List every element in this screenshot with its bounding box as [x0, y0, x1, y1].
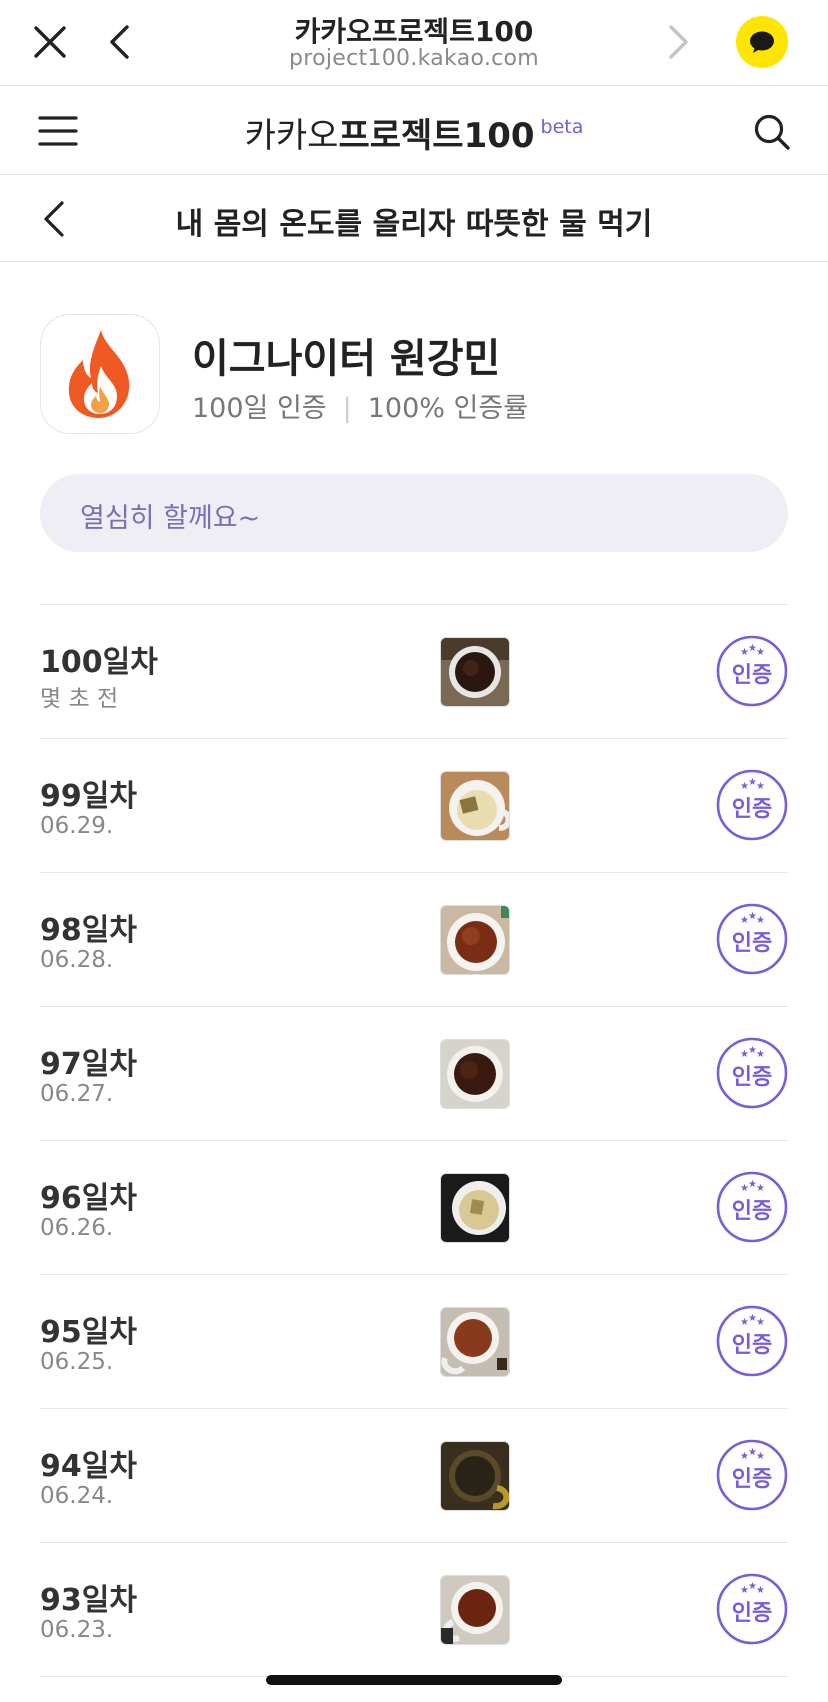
- entry-date: 06.28.: [40, 947, 114, 973]
- stamp-icon: ★ ★ ★ 인증: [716, 1305, 788, 1377]
- entry-photo[interactable]: [440, 637, 510, 707]
- svg-text:★: ★: [756, 647, 765, 658]
- browser-url[interactable]: project100.kakao.com: [200, 46, 628, 71]
- home-indicator: [266, 1675, 562, 1685]
- stamp-icon: ★ ★ ★ 인증: [716, 769, 788, 841]
- stamp-label: 인증: [732, 797, 772, 822]
- entry-photo[interactable]: [440, 1575, 510, 1645]
- certification-rate: 100% 인증률: [367, 393, 529, 424]
- site-logo[interactable]: 카카오프로젝트100 beta: [0, 108, 828, 157]
- svg-text:★: ★: [756, 1451, 765, 1462]
- profile-name: 이그나이터 원강민: [192, 336, 501, 382]
- chevron-left-icon[interactable]: [100, 22, 140, 62]
- entry-day: 100일차: [40, 645, 158, 680]
- message-text: 열심히 할께요~: [80, 503, 261, 534]
- entry-day: 98일차: [40, 913, 137, 948]
- svg-text:★: ★: [756, 915, 765, 926]
- entry-date: 06.25.: [40, 1349, 114, 1375]
- entry-day: 94일차: [40, 1449, 137, 1484]
- logo-text-regular: 카카오: [244, 116, 339, 156]
- list-item[interactable]: 95일차 06.25. ★ ★ ★ 인증: [40, 1275, 788, 1409]
- entry-list: 100일차 몇 초 전 ★ ★ ★ 인증 99일차 06.29. ★ ★ ★ 인증 98일차…: [40, 604, 788, 1677]
- svg-text:★: ★: [756, 1317, 765, 1328]
- svg-text:★: ★: [756, 781, 765, 792]
- kakaotalk-bubble-icon[interactable]: [736, 16, 788, 68]
- entry-date: 06.26.: [40, 1215, 114, 1241]
- browser-title: 카카오프로젝트100: [294, 15, 534, 48]
- entry-date: 06.23.: [40, 1617, 114, 1643]
- entry-date: 06.29.: [40, 813, 114, 839]
- entry-day: 95일차: [40, 1315, 137, 1350]
- chevron-right-icon[interactable]: [658, 22, 698, 62]
- certified-days: 100일 인증: [192, 393, 327, 424]
- stamp-icon: ★ ★ ★ 인증: [716, 1573, 788, 1645]
- site-header: 카카오프로젝트100 beta: [0, 86, 828, 175]
- stamp-label: 인증: [732, 1065, 772, 1090]
- stamp-label: 인증: [732, 1199, 772, 1224]
- stamp-icon: ★ ★ ★ 인증: [716, 635, 788, 707]
- close-icon[interactable]: [30, 22, 70, 62]
- list-item[interactable]: 94일차 06.24. ★ ★ ★ 인증: [40, 1409, 788, 1543]
- entry-day: 93일차: [40, 1583, 137, 1618]
- stamp-icon: ★ ★ ★ 인증: [716, 903, 788, 975]
- browser-bar: 카카오프로젝트100 project100.kakao.com: [0, 0, 828, 86]
- svg-text:★: ★: [756, 1183, 765, 1194]
- stamp-label: 인증: [732, 1467, 772, 1492]
- svg-text:★: ★: [756, 1585, 765, 1596]
- list-item[interactable]: 93일차 06.23. ★ ★ ★ 인증: [40, 1543, 788, 1677]
- stamp-icon: ★ ★ ★ 인증: [716, 1037, 788, 1109]
- list-item[interactable]: 99일차 06.29. ★ ★ ★ 인증: [40, 739, 788, 873]
- stats-divider: |: [342, 393, 352, 424]
- stamp-label: 인증: [732, 1601, 772, 1626]
- entry-photo[interactable]: [440, 1441, 510, 1511]
- list-item[interactable]: 97일차 06.27. ★ ★ ★ 인증: [40, 1007, 788, 1141]
- entry-date: 몇 초 전: [40, 686, 119, 712]
- entry-photo[interactable]: [440, 905, 510, 975]
- stamp-label: 인증: [732, 931, 772, 956]
- page-title: 내 몸의 온도를 올리자 따뜻한 물 먹기: [175, 207, 653, 242]
- profile-stats: 100일 인증 | 100% 인증률: [192, 386, 528, 425]
- entry-photo[interactable]: [440, 1173, 510, 1243]
- beta-badge: beta: [540, 116, 584, 138]
- stamp-label: 인증: [732, 663, 772, 688]
- stamp-icon: ★ ★ ★ 인증: [716, 1439, 788, 1511]
- svg-text:★: ★: [756, 1049, 765, 1060]
- logo-text-bold: 프로젝트100: [338, 116, 535, 156]
- entry-photo[interactable]: [440, 1039, 510, 1109]
- entry-day: 99일차: [40, 779, 137, 814]
- list-item[interactable]: 98일차 06.28. ★ ★ ★ 인증: [40, 873, 788, 1007]
- flame-icon: [40, 314, 160, 434]
- stamp-icon: ★ ★ ★ 인증: [716, 1171, 788, 1243]
- list-item[interactable]: 100일차 몇 초 전 ★ ★ ★ 인증: [40, 605, 788, 739]
- page-title-bar: 내 몸의 온도를 올리자 따뜻한 물 먹기: [0, 175, 828, 262]
- entry-date: 06.24.: [40, 1483, 114, 1509]
- entry-date: 06.27.: [40, 1081, 114, 1107]
- entry-photo[interactable]: [440, 1307, 510, 1377]
- list-item[interactable]: 96일차 06.26. ★ ★ ★ 인증: [40, 1141, 788, 1275]
- entry-day: 97일차: [40, 1047, 137, 1082]
- entry-day: 96일차: [40, 1181, 137, 1216]
- search-icon[interactable]: [752, 112, 792, 152]
- message-box: 열심히 할께요~: [40, 474, 788, 552]
- stamp-label: 인증: [732, 1333, 772, 1358]
- entry-photo[interactable]: [440, 771, 510, 841]
